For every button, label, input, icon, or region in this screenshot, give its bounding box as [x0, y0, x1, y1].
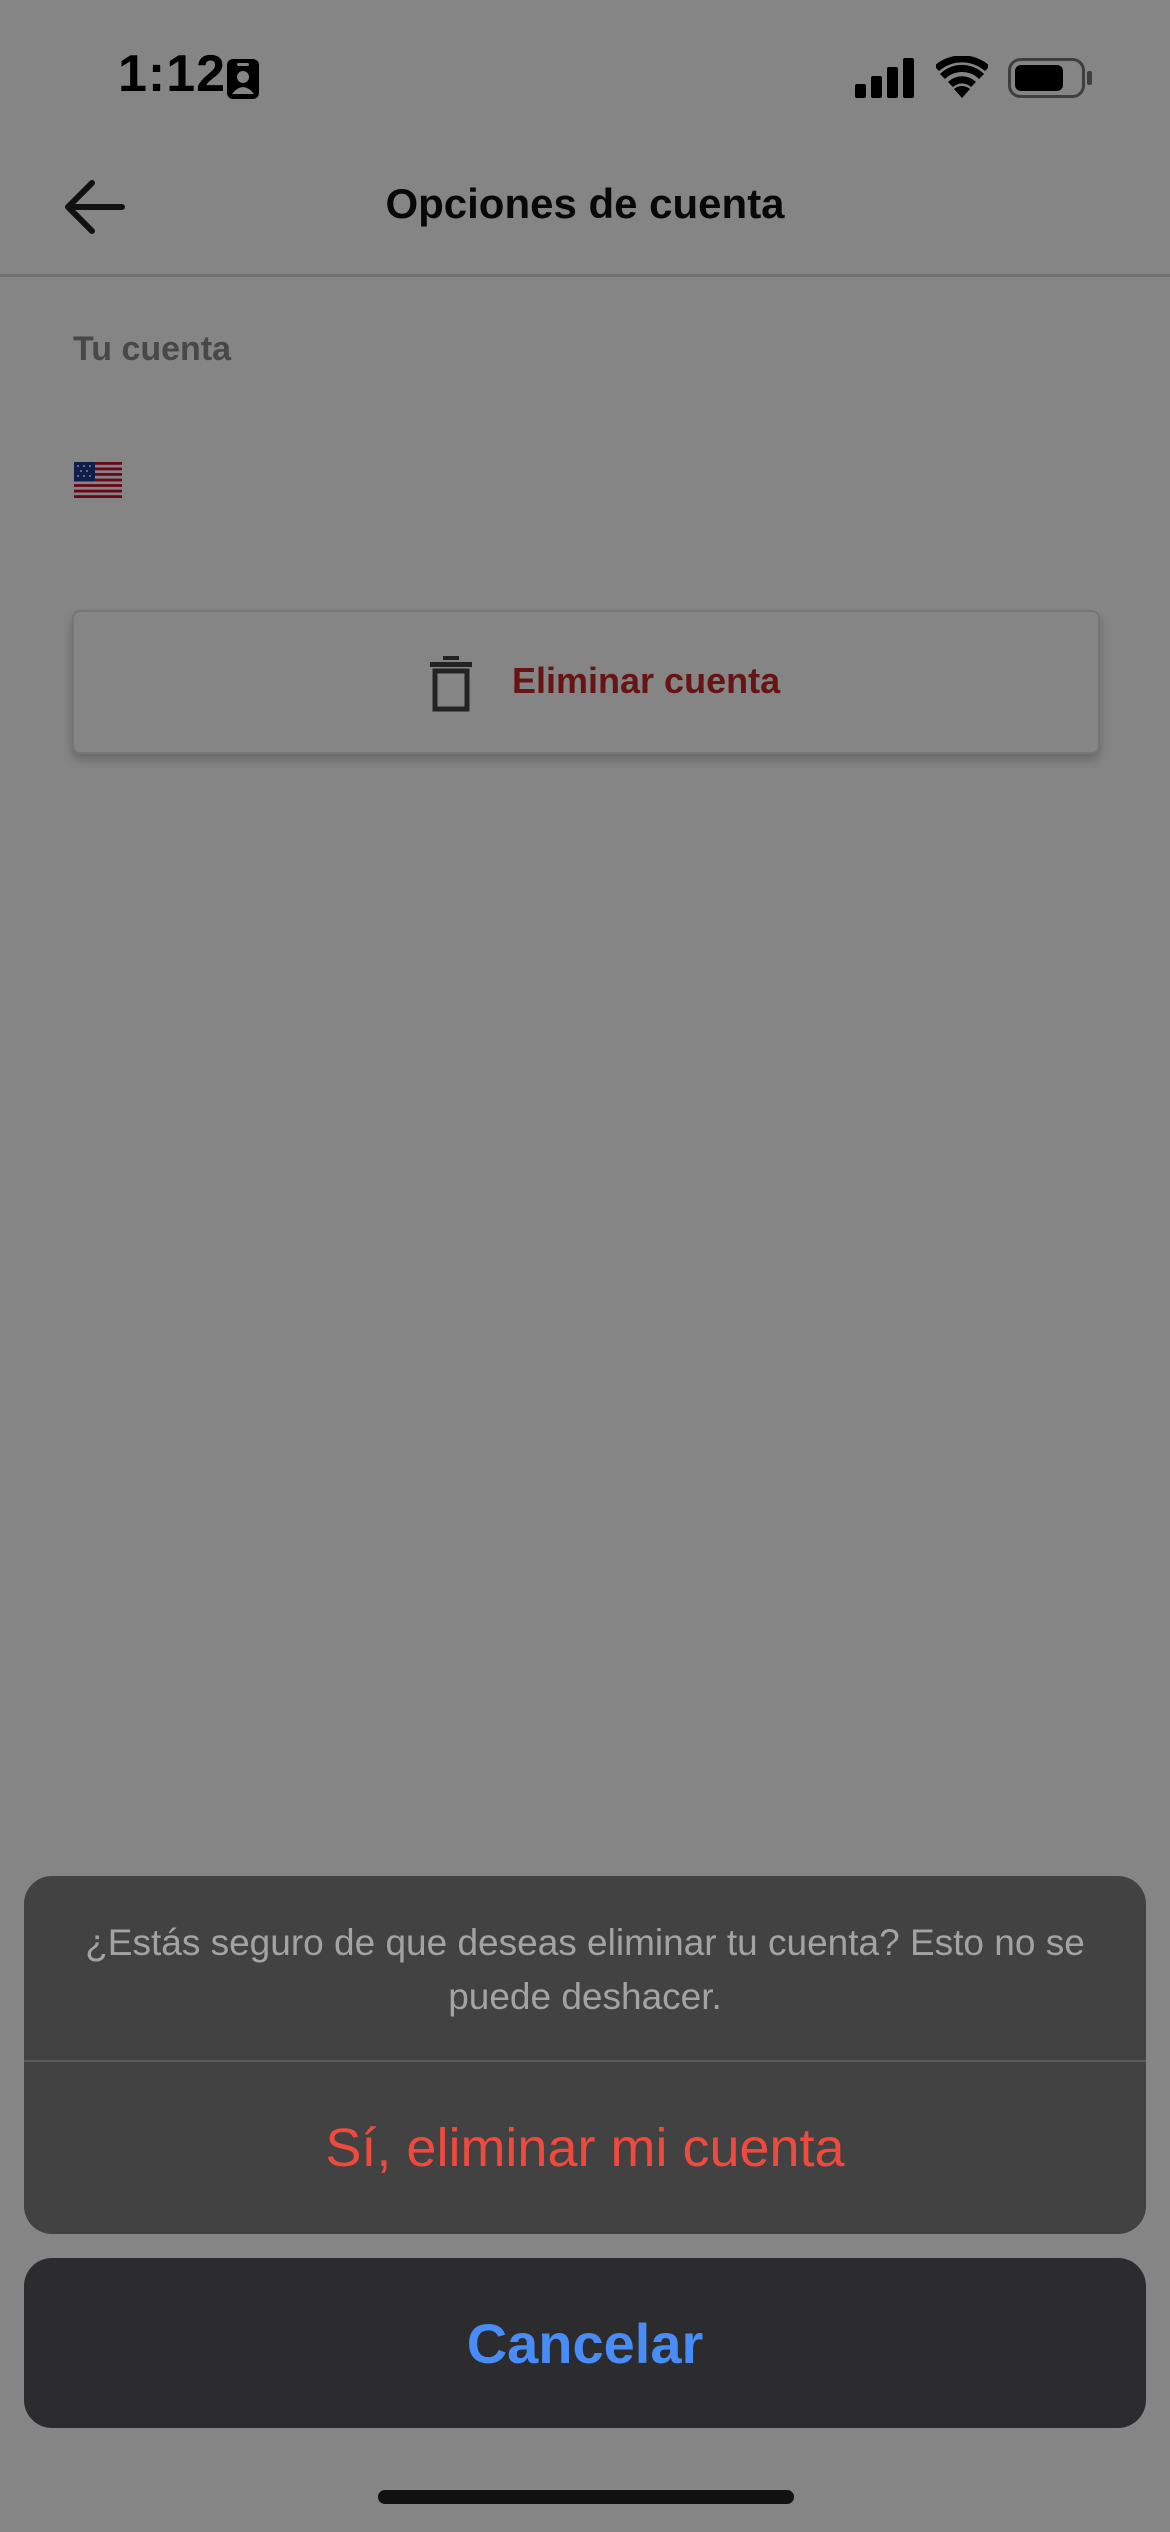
- confirm-delete-button[interactable]: Sí, eliminar mi cuenta: [24, 2062, 1146, 2234]
- confirm-message: ¿Estás seguro de que deseas eliminar tu …: [85, 1922, 1085, 2017]
- cancel-button[interactable]: Cancelar: [24, 2258, 1146, 2428]
- confirm-action-sheet: ¿Estás seguro de que deseas eliminar tu …: [24, 1876, 1146, 2234]
- home-indicator[interactable]: [378, 2490, 794, 2504]
